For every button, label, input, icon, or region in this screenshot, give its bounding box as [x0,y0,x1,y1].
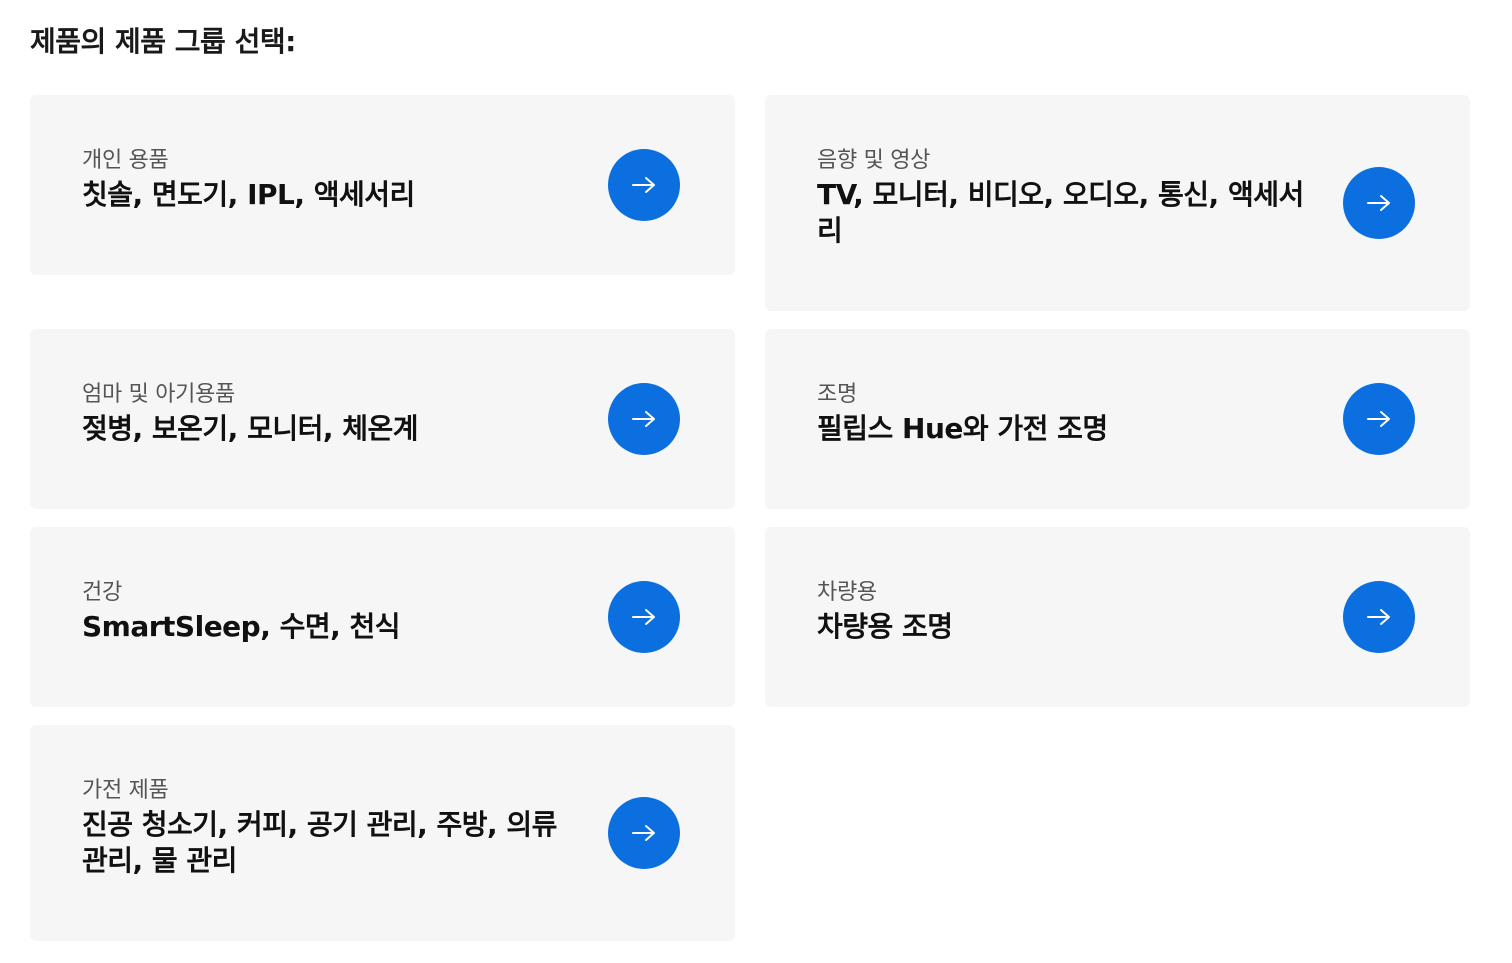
card-category: 가전 제품 [82,778,169,803]
card-category: 엄마 및 아기용품 [82,382,235,407]
card-category: 건강 [82,580,122,605]
card-products: SmartSleep, 수면, 천식 [82,610,401,643]
card-products: 젖병, 보온기, 모니터, 체온계 [82,412,419,445]
arrow-right-icon [632,177,655,193]
arrow-right-icon [1367,609,1390,625]
card-audio-video[interactable]: 음향 및 영상 TV, 모니터, 비디오, 오디오, 통신, 액세서리 [765,95,1470,311]
arrow-right-icon [632,825,655,841]
arrow-right-icon [1367,411,1390,427]
arrow-right-icon [632,609,655,625]
card-arrow-button[interactable] [608,383,680,455]
card-category: 차량용 [817,580,877,605]
card-arrow-button[interactable] [608,797,680,869]
card-automotive[interactable]: 차량용 차량용 조명 [765,527,1470,707]
card-category: 조명 [817,382,857,407]
page-title: 제품의 제품 그룹 선택: [30,25,296,58]
arrow-right-icon [1367,195,1390,211]
arrow-right-icon [632,411,655,427]
card-health[interactable]: 건강 SmartSleep, 수면, 천식 [30,527,735,707]
card-mother-baby[interactable]: 엄마 및 아기용품 젖병, 보온기, 모니터, 체온계 [30,329,735,509]
card-arrow-button[interactable] [608,581,680,653]
card-arrow-button[interactable] [1343,167,1415,239]
card-products: 진공 청소기, 커피, 공기 관리, 주방, 의류 관리, 물 관리 [82,808,557,877]
card-products: 칫솔, 면도기, IPL, 액세서리 [82,178,415,211]
card-category: 음향 및 영상 [817,148,931,173]
card-home-appliances[interactable]: 가전 제품 진공 청소기, 커피, 공기 관리, 주방, 의류 관리, 물 관리 [30,725,735,941]
card-products: 차량용 조명 [817,610,953,643]
card-arrow-button[interactable] [608,149,680,221]
card-category: 개인 용품 [82,148,169,173]
card-arrow-button[interactable] [1343,581,1415,653]
card-products: 필립스 Hue와 가전 조명 [817,412,1108,445]
card-lighting[interactable]: 조명 필립스 Hue와 가전 조명 [765,329,1470,509]
card-personal-care[interactable]: 개인 용품 칫솔, 면도기, IPL, 액세서리 [30,95,735,275]
card-products: TV, 모니터, 비디오, 오디오, 통신, 액세서리 [817,178,1304,247]
card-arrow-button[interactable] [1343,383,1415,455]
